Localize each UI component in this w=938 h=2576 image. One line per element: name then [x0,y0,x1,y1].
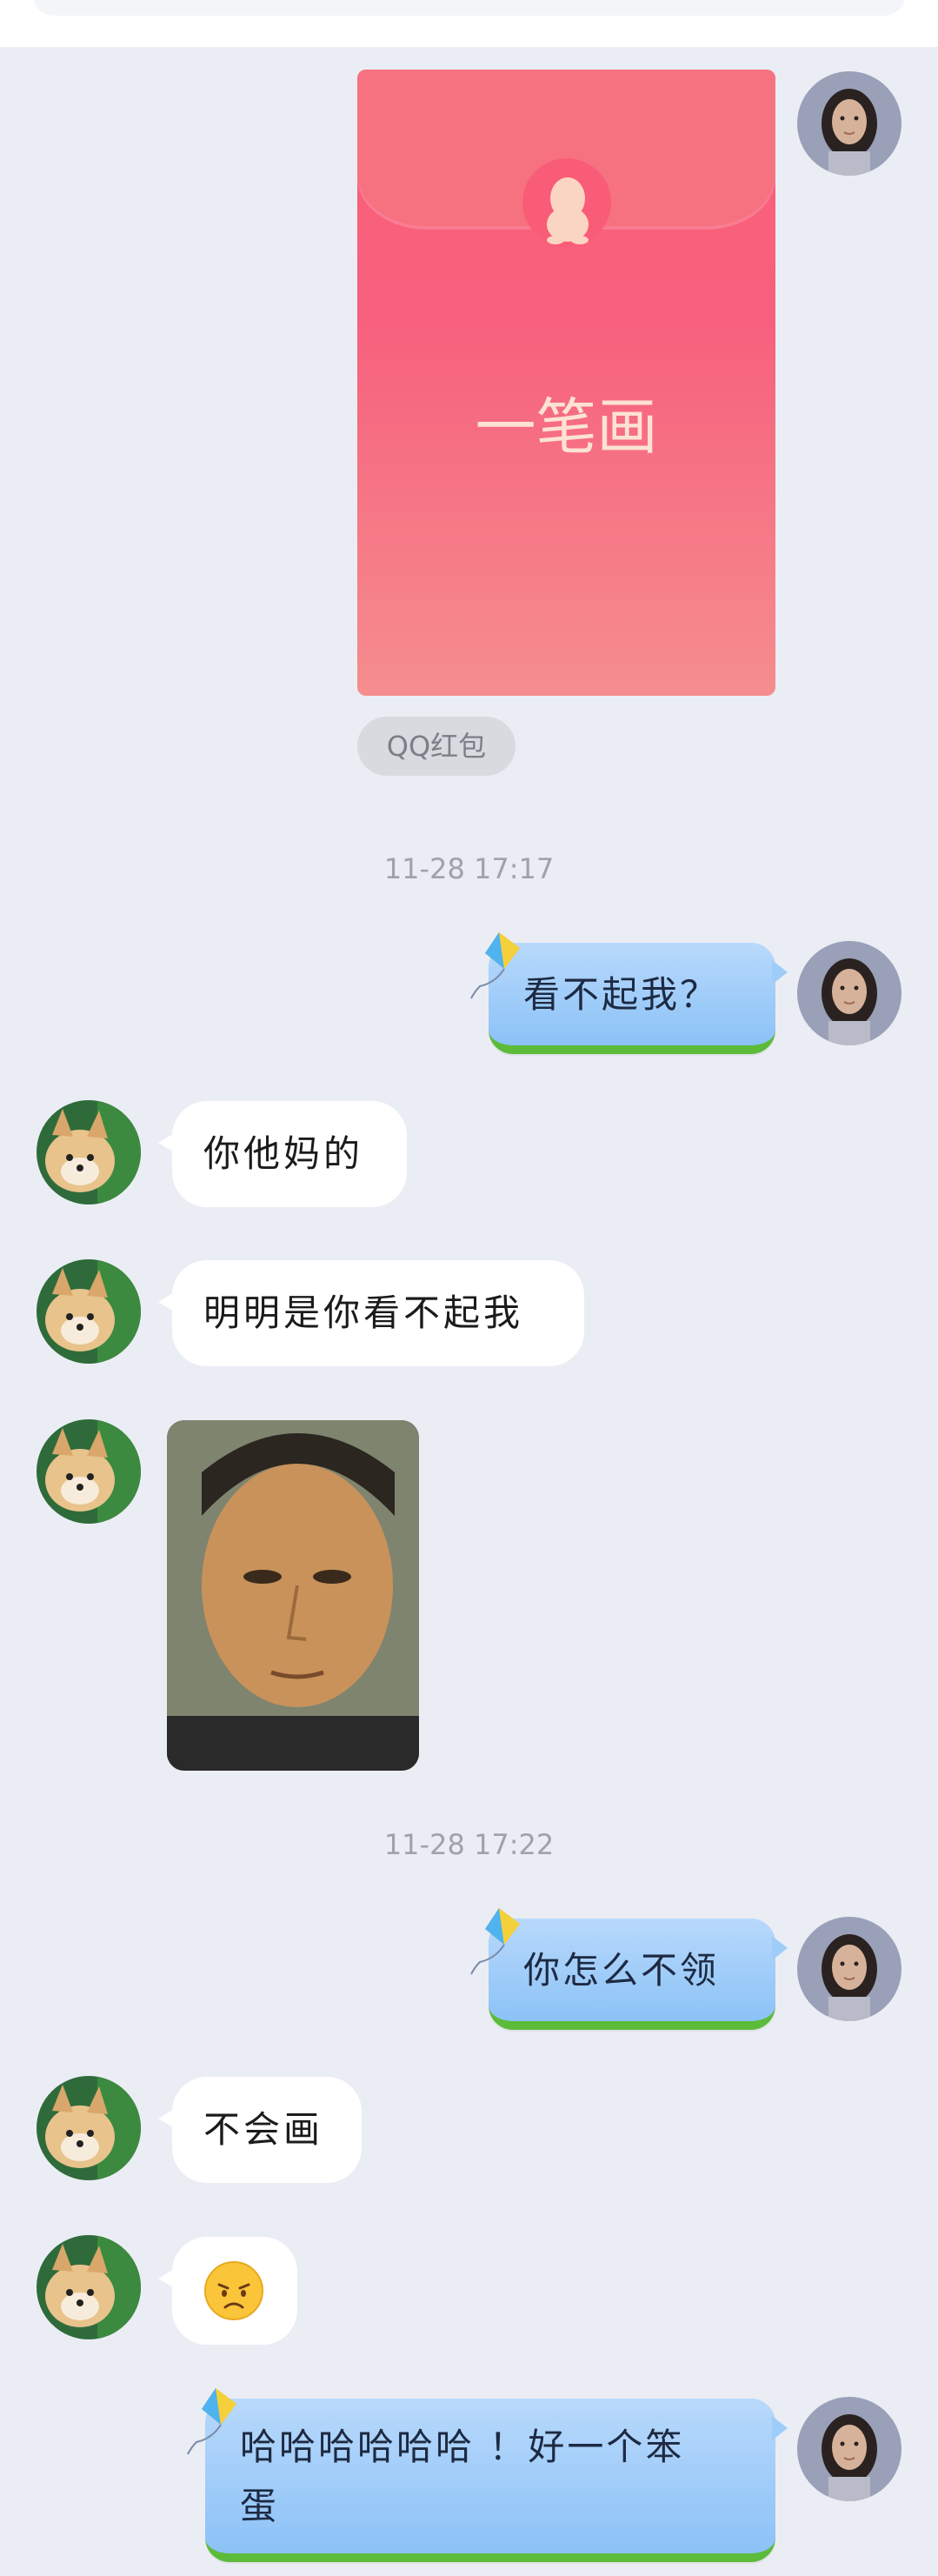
message-text: 不会画 [203,2108,324,2151]
bubble-tail [772,960,788,984]
message-text: 你怎么不领 [523,1949,720,1992]
disappointed-face-emoji [204,2261,263,2320]
kite-icon [470,932,520,999]
bubble-tail [772,1936,788,1960]
kite-icon [187,2388,236,2455]
red-packet-title: 一笔画 [475,391,658,463]
self-message-bubble[interactable]: 哈哈哈哈哈哈 ！好一个笨 蛋 [205,2399,788,2562]
message-text: 看不起我？ [523,973,720,1016]
top-input-pill[interactable] [33,0,905,16]
message-timestamp: 11-28 17:17 [383,852,555,885]
image-message[interactable] [167,1420,419,1771]
friend-avatar[interactable] [37,1100,141,1205]
self-avatar[interactable] [797,2397,901,2501]
friend-avatar[interactable] [37,2076,141,2180]
kite-icon [470,1908,520,1975]
bubble-tail [158,2108,176,2129]
message-text-line-2: 蛋 [240,2485,280,2527]
self-avatar[interactable] [797,941,901,1045]
bubble-tail [158,1291,176,1312]
message-text: 你他妈的 [203,1132,364,1175]
self-message-bubble[interactable]: 看不起我？ [489,943,788,1054]
message-timestamp: 11-28 17:22 [383,1828,555,1861]
friend-avatar[interactable] [37,1259,141,1364]
message-text: 明明是你看不起我 [203,1291,524,1334]
top-input-bar [0,0,938,47]
friend-message-bubble[interactable] [158,2237,297,2345]
friend-avatar[interactable] [37,2235,141,2339]
bubble-tail [772,2416,788,2440]
friend-avatar[interactable] [37,1419,141,1524]
self-avatar[interactable] [797,71,901,176]
message-text-line-1: 哈哈哈哈哈哈 ！好一个笨 [240,2426,685,2468]
friend-message-bubble[interactable]: 不会画 [158,2077,362,2183]
self-message-bubble[interactable]: 你怎么不领 [489,1919,788,2030]
red-packet-tag: QQ红包 [357,717,516,776]
friend-message-bubble[interactable]: 你他妈的 [158,1101,407,1207]
friend-message-bubble[interactable]: 明明是你看不起我 [158,1260,584,1366]
self-avatar[interactable] [797,1917,901,2021]
red-packet-card[interactable]: 一笔画 [357,70,775,696]
bubble-tail [158,1132,176,1153]
bubble-tail [158,2268,176,2289]
qq-penguin-icon [547,177,589,244]
